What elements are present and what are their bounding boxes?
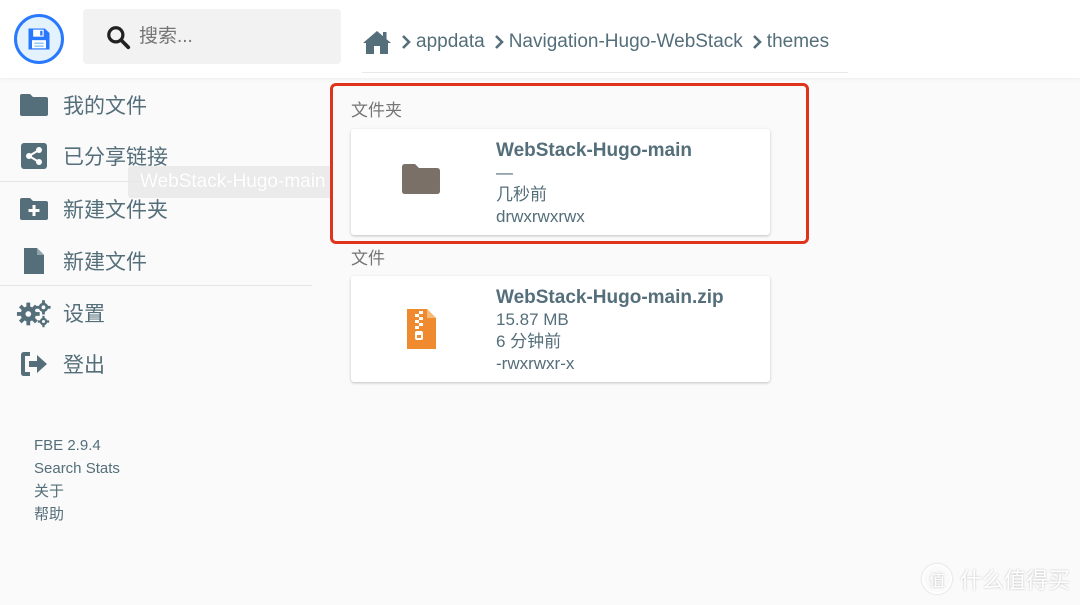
sidebar-item-label: 新建文件夹 <box>63 199 168 222</box>
file-permissions: -rwxrwxr-x <box>496 354 575 373</box>
file-item[interactable]: WebStack-Hugo-main.zip 15.87 MB 6 分钟前 -r… <box>351 276 770 382</box>
chevron-right-icon <box>751 34 763 50</box>
file-info: WebStack-Hugo-main.zip 15.87 MB 6 分钟前 -r… <box>496 287 724 375</box>
breadcrumb: appdata Navigation-Hugo-WebStack themes <box>362 24 829 60</box>
sidebar-item-label: 新建文件 <box>63 251 147 274</box>
logout-icon <box>16 351 52 377</box>
header: appdata Navigation-Hugo-WebStack themes <box>0 0 1080 78</box>
zip-file-icon <box>401 308 441 350</box>
breadcrumb-item-themes[interactable]: themes <box>767 31 829 53</box>
watermark-text: 什么值得买 <box>959 568 1070 593</box>
search-box[interactable] <box>83 9 341 64</box>
settings-icon <box>16 298 52 328</box>
breadcrumb-home[interactable] <box>362 29 392 55</box>
breadcrumb-item-navigation[interactable]: Navigation-Hugo-WebStack <box>509 31 743 53</box>
version-label: FBE 2.9.4 <box>34 437 101 454</box>
share-icon <box>16 143 52 169</box>
file-name: WebStack-Hugo-main.zip <box>496 287 724 308</box>
new-folder-icon <box>16 197 52 221</box>
sidebar-item-label: 登出 <box>63 354 105 377</box>
breadcrumb-item-appdata[interactable]: appdata <box>416 31 485 53</box>
files-section-label: 文件 <box>351 249 385 268</box>
floppy-disk-icon <box>28 28 50 50</box>
chevron-right-icon <box>493 34 505 50</box>
file-size: 15.87 MB <box>496 310 569 329</box>
sidebar-item-my-files[interactable]: 我的文件 <box>0 80 320 130</box>
sidebar-item-new-file[interactable]: 新建文件 <box>0 236 320 286</box>
selection-highlight <box>330 83 809 244</box>
app-logo[interactable] <box>14 14 64 64</box>
new-file-icon <box>16 247 52 275</box>
search-stats-link[interactable]: Search Stats <box>34 457 120 480</box>
credits: FBE 2.9.4 Search Stats 关于 帮助 <box>34 434 120 526</box>
sidebar-item-label: 我的文件 <box>63 95 147 118</box>
folder-icon <box>16 93 52 117</box>
search-input[interactable] <box>139 25 339 48</box>
sidebar-item-settings[interactable]: 设置 <box>0 288 320 338</box>
sidebar-divider <box>0 285 312 286</box>
help-link[interactable]: 帮助 <box>34 503 120 526</box>
sidebar-item-logout[interactable]: 登出 <box>0 339 320 389</box>
search-icon <box>107 25 131 49</box>
file-modified: 6 分钟前 <box>496 332 562 351</box>
breadcrumb-underline <box>362 72 848 73</box>
chevron-right-icon <box>400 34 412 50</box>
drag-ghost-label: WebStack-Hugo-main <box>128 166 332 198</box>
watermark: 值 什么值得买 <box>921 563 1070 595</box>
home-icon <box>363 31 391 54</box>
about-link[interactable]: 关于 <box>34 480 120 503</box>
sidebar-item-label: 设置 <box>63 303 105 326</box>
watermark-logo-icon: 值 <box>921 564 952 594</box>
